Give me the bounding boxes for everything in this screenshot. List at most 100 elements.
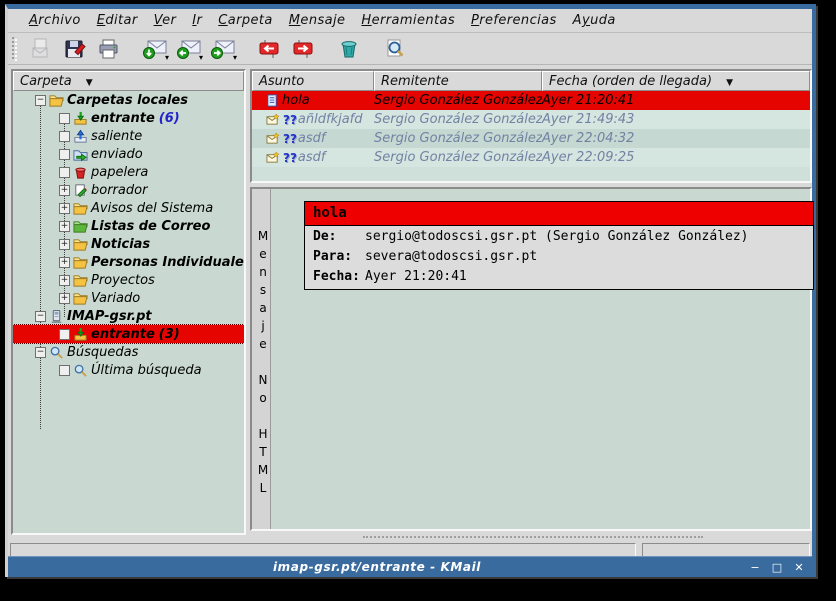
folder-item-personas-individuales[interactable]: + Personas Individuales	[13, 253, 244, 271]
expander-icon[interactable]: −	[35, 347, 46, 358]
previous-message-icon	[257, 37, 281, 61]
folder-item-proyectos[interactable]: + Proyectos	[13, 271, 244, 289]
window-title-bar[interactable]: imap-gsr.pt/entrante - KMail − □ ✕	[8, 556, 812, 577]
main-toolbar: ▾ ▾ ▾	[8, 34, 812, 65]
column-header-asunto[interactable]: Asunto	[252, 71, 374, 91]
expander-icon[interactable]	[59, 167, 70, 178]
message-body-area[interactable]: hola De: sergio@todoscsi.gsr.pt (Sergio …	[271, 189, 810, 529]
menu-mensaje[interactable]: Mensaje	[282, 11, 353, 30]
menu-editar[interactable]: Editar	[90, 11, 145, 30]
folder-column-header[interactable]: Carpeta▼	[13, 71, 244, 91]
folder-item-ultima-busqueda[interactable]: Última búsqueda	[13, 361, 244, 379]
server-icon	[49, 309, 64, 324]
message-subject: asdf	[298, 131, 326, 146]
menu-herramientas[interactable]: Herramientas	[354, 11, 462, 30]
trash-button[interactable]	[335, 35, 363, 63]
new-mail-icon	[266, 113, 280, 126]
forward-dropdown-caret[interactable]: ▾	[233, 54, 237, 62]
expander-icon[interactable]: +	[59, 293, 70, 304]
message-row-asdf-1[interactable]: ?? asdf Sergio González González Ayer 22…	[252, 129, 810, 148]
print-button[interactable]	[95, 35, 123, 63]
folder-panel: Carpeta▼ − Carpetas locales entrante(6) …	[11, 69, 246, 535]
expander-icon[interactable]	[59, 365, 70, 376]
menu-ver[interactable]: Ver	[147, 11, 184, 30]
menu-preferencias[interactable]: Preferencias	[464, 11, 564, 30]
menu-bar: Archivo Editar Ver Ir Carpeta Mensaje He…	[8, 9, 812, 33]
print-icon	[97, 37, 121, 61]
close-button[interactable]: ✕	[790, 559, 808, 575]
menu-ir[interactable]: Ir	[185, 11, 209, 30]
folder-item-saliente[interactable]: saliente	[13, 127, 244, 145]
folder-item-papelera[interactable]: papelera	[13, 163, 244, 181]
expander-icon[interactable]: −	[35, 95, 46, 106]
message-subject: asdf	[298, 150, 326, 165]
folder-item-imap-gsr-pt[interactable]: − IMAP-gsr.pt	[13, 307, 244, 325]
folder-item-busquedas[interactable]: − Búsquedas	[13, 343, 244, 361]
question-mark-icon: ??	[283, 151, 297, 165]
menu-archivo[interactable]: Archivo	[22, 11, 88, 30]
menu-ayuda[interactable]: Ayuda	[566, 11, 623, 30]
message-sender: Sergio González González	[374, 148, 542, 167]
next-message-button[interactable]	[289, 35, 317, 63]
folder-item-noticias[interactable]: + Noticias	[13, 235, 244, 253]
folder-item-carpetas-locales[interactable]: − Carpetas locales	[13, 91, 244, 109]
expander-icon[interactable]: +	[59, 257, 70, 268]
minimize-button[interactable]: −	[746, 559, 764, 575]
message-sender: Sergio González González	[374, 91, 542, 110]
folder-item-enviado[interactable]: enviado	[13, 145, 244, 163]
forward-button[interactable]: ▾	[209, 35, 237, 63]
kmail-window: Archivo Editar Ver Ir Carpeta Mensaje He…	[5, 4, 816, 577]
folder-item-borrador[interactable]: + borrador	[13, 181, 244, 199]
find-button[interactable]	[381, 35, 409, 63]
message-header-box: hola De: sergio@todoscsi.gsr.pt (Sergio …	[304, 201, 814, 290]
date-label: Fecha:	[313, 269, 365, 284]
previous-message-button[interactable]	[255, 35, 283, 63]
column-header-remitente[interactable]: Remitente	[374, 71, 542, 91]
folder-header-caret-icon: ▼	[86, 78, 93, 88]
message-subject-bar: hola	[305, 202, 813, 226]
folder-item-avisos-del-sistema[interactable]: + Avisos del Sistema	[13, 199, 244, 217]
message-date: Ayer 21:20:41	[542, 91, 810, 110]
expander-icon[interactable]	[59, 149, 70, 160]
folder-open-icon	[73, 291, 88, 306]
folder-item-entrante-imap[interactable]: entrante(3)	[13, 325, 244, 343]
message-row-anldfkjafd[interactable]: ?? añldfkjafd Sergio González González A…	[252, 110, 810, 129]
inbox-icon	[73, 327, 88, 342]
message-row-asdf-2[interactable]: ?? asdf Sergio González González Ayer 22…	[252, 148, 810, 167]
message-row-hola[interactable]: hola Sergio González González Ayer 21:20…	[252, 91, 810, 110]
expander-icon[interactable]: +	[59, 185, 70, 196]
reply-dropdown-caret[interactable]: ▾	[199, 54, 203, 62]
folder-item-variado[interactable]: + Variado	[13, 289, 244, 307]
maximize-button[interactable]: □	[768, 559, 786, 575]
toolbar-drag-handle[interactable]	[12, 37, 18, 61]
message-read-icon	[266, 94, 279, 108]
folder-open-icon	[73, 273, 88, 288]
save-button[interactable]	[61, 35, 89, 63]
expander-icon[interactable]	[59, 329, 70, 340]
message-preview-panel: Mensaje No HTML hola De: sergio@todoscsi…	[250, 187, 812, 531]
message-sender: Sergio González González	[374, 110, 542, 129]
column-header-fecha[interactable]: Fecha (orden de llegada)▼	[542, 71, 810, 91]
folder-item-listas-de-correo[interactable]: + Listas de Correo	[13, 217, 244, 235]
expander-icon[interactable]: +	[59, 203, 70, 214]
question-mark-icon: ??	[283, 113, 297, 127]
expander-icon[interactable]: +	[59, 275, 70, 286]
drafts-icon	[73, 183, 88, 198]
save-icon	[63, 37, 87, 61]
folder-item-entrante-local[interactable]: entrante(6)	[13, 109, 244, 127]
outbox-icon	[73, 129, 88, 144]
new-message-button[interactable]	[27, 35, 55, 63]
expander-icon[interactable]: −	[35, 311, 46, 322]
expander-icon[interactable]	[59, 131, 70, 142]
sent-icon	[73, 147, 88, 162]
expander-icon[interactable]: +	[59, 221, 70, 232]
expander-icon[interactable]: +	[59, 239, 70, 250]
check-mail-dropdown-caret[interactable]: ▾	[165, 54, 169, 62]
splitter-handle[interactable]	[363, 536, 703, 538]
expander-icon[interactable]	[59, 113, 70, 124]
message-subject: hola	[282, 93, 310, 108]
reply-button[interactable]: ▾	[175, 35, 203, 63]
menu-carpeta[interactable]: Carpeta	[211, 11, 280, 30]
check-mail-button[interactable]: ▾	[141, 35, 169, 63]
message-sender: Sergio González González	[374, 129, 542, 148]
